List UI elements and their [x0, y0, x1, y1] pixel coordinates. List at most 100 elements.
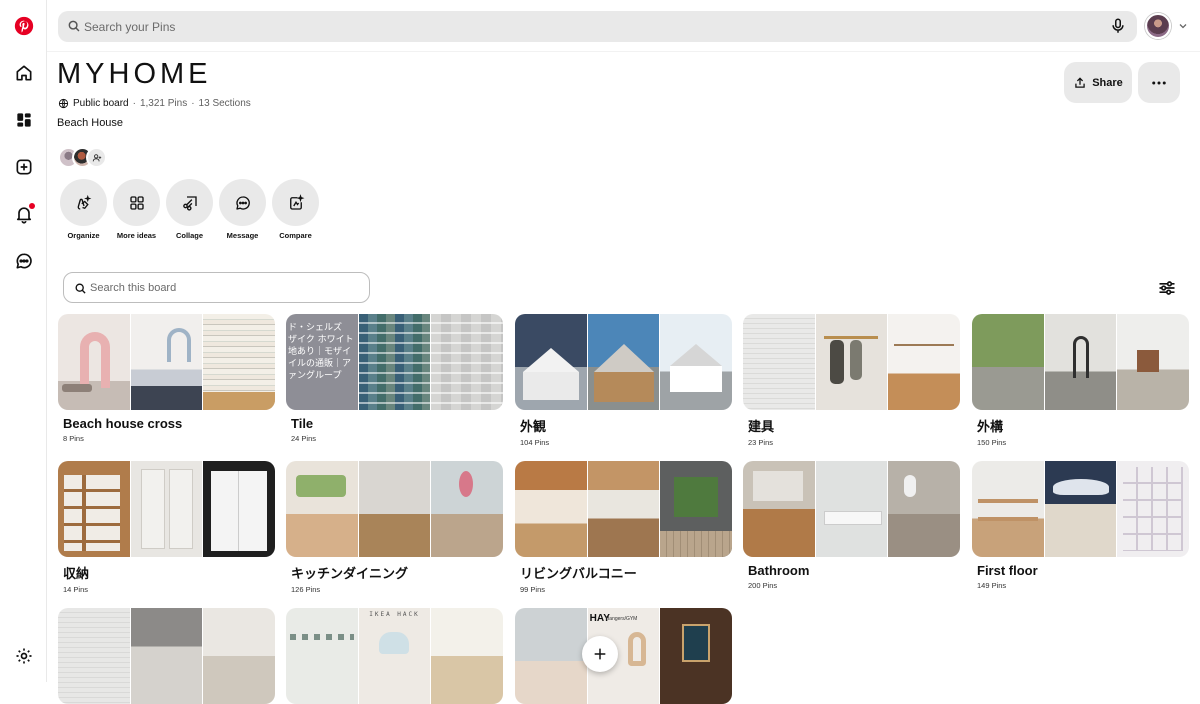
section-card-kitchen-dining[interactable]: キッチンダイニング 126 Pins — [286, 461, 503, 594]
organize-button[interactable] — [60, 179, 107, 226]
section-card-landscaping[interactable]: 外構 150 Pins — [972, 314, 1189, 447]
section-thumbnails[interactable] — [58, 608, 275, 704]
section-card-fittings[interactable]: 建具 23 Pins — [743, 314, 960, 447]
home-icon[interactable] — [11, 60, 37, 86]
pin-thumbnail — [358, 461, 431, 557]
notifications-icon[interactable] — [11, 201, 37, 227]
visibility-label: Public board — [73, 97, 129, 109]
add-person-icon — [92, 153, 101, 161]
section-name: 建具 — [748, 419, 775, 434]
pin-thumbnail — [58, 461, 130, 557]
section-count: 13 Sections — [198, 97, 251, 109]
section-card-living-balcony[interactable]: リビングバルコニー 99 Pins — [515, 461, 732, 594]
board-meta: Public board · 1,321 Pins · 13 Sections — [58, 96, 251, 110]
ellipsis-icon — [1152, 81, 1166, 84]
search-bar — [58, 11, 1137, 42]
section-thumbnails[interactable] — [743, 461, 960, 557]
section-thumbnails[interactable] — [58, 314, 275, 410]
section-card[interactable]: HAY Hangers/GYM — [515, 608, 732, 704]
section-name: Bathroom — [748, 563, 810, 578]
section-thumbnails[interactable] — [972, 461, 1189, 557]
section-card-storage[interactable]: 収納 14 Pins — [58, 461, 275, 594]
message-icon — [235, 195, 250, 210]
tool-label: Organize — [67, 231, 100, 240]
pin-thumbnail — [515, 314, 587, 410]
filter-icon[interactable] — [1157, 278, 1177, 298]
compare-button[interactable] — [272, 179, 319, 226]
tool-collage[interactable]: Collage — [166, 179, 213, 240]
section-thumbnails[interactable] — [286, 461, 503, 557]
explore-icon[interactable] — [11, 107, 37, 133]
share-button[interactable]: Share — [1064, 62, 1132, 103]
pin-thumbnail — [515, 461, 587, 557]
pin-thumbnail — [1044, 461, 1117, 557]
section-pin-count: 99 Pins — [520, 585, 546, 594]
pin-thumbnail — [815, 314, 888, 410]
pin-thumbnail — [431, 314, 503, 410]
pin-thumbnail — [972, 461, 1044, 557]
section-thumbnails[interactable] — [743, 314, 960, 410]
tool-message[interactable]: Message — [219, 179, 266, 240]
more-options-button[interactable] — [1138, 62, 1180, 103]
messages-icon[interactable] — [11, 248, 37, 274]
section-thumbnails[interactable] — [58, 461, 275, 557]
section-card-exterior[interactable]: 外観 104 Pins — [515, 314, 732, 447]
more-ideas-button[interactable] — [113, 179, 160, 226]
tile-overlay-text: ド・シェルズ ザイク ホワイト 地あり｜モザイ イルの通販｜ア ァングループ — [286, 322, 358, 382]
board-tools: Organize More ideas Collage Message Comp… — [60, 179, 319, 240]
left-nav-rail — [0, 0, 47, 682]
section-thumbnails[interactable]: IKEA HACK — [286, 608, 503, 704]
section-card-beach-house-cross[interactable]: Beach house cross 8 Pins — [58, 314, 275, 443]
message-button[interactable] — [219, 179, 266, 226]
pin-thumbnail: IKEA HACK — [358, 608, 431, 704]
section-thumbnails[interactable]: HAY Hangers/GYM — [515, 608, 732, 704]
pin-thumbnail — [58, 314, 130, 410]
pin-thumbnail — [286, 608, 358, 704]
board-search-bar — [63, 272, 370, 303]
section-thumbnails[interactable] — [515, 461, 732, 557]
section-name: Tile — [291, 416, 314, 431]
tool-more-ideas[interactable]: More ideas — [113, 179, 160, 240]
add-collaborator-button[interactable] — [86, 147, 107, 168]
section-thumbnails[interactable] — [515, 314, 732, 410]
section-card[interactable] — [58, 608, 275, 704]
pin-thumbnail — [660, 314, 732, 410]
pin-thumbnail — [130, 461, 203, 557]
section-pin-count: 126 Pins — [291, 585, 321, 594]
section-card[interactable]: IKEA HACK — [286, 608, 503, 704]
section-name: 外構 — [977, 419, 1004, 434]
tool-compare[interactable]: Compare — [272, 179, 319, 240]
search-input[interactable] — [84, 11, 1084, 42]
add-section-button[interactable] — [582, 636, 618, 672]
pin-thumbnail — [130, 314, 203, 410]
microphone-icon[interactable] — [1109, 17, 1127, 35]
pin-thumbnail — [431, 461, 503, 557]
pin-thumbnail — [888, 314, 960, 410]
settings-icon[interactable] — [11, 643, 37, 669]
section-thumbnails[interactable] — [972, 314, 1189, 410]
board-description: Beach House — [57, 117, 124, 129]
pin-thumbnail — [888, 461, 960, 557]
create-icon[interactable] — [11, 154, 37, 180]
section-name: 外観 — [520, 419, 547, 434]
collage-button[interactable] — [166, 179, 213, 226]
section-card-first-floor[interactable]: First floor 149 Pins — [972, 461, 1189, 590]
pin-thumbnail — [203, 461, 275, 557]
chevron-down-icon[interactable] — [1177, 20, 1189, 32]
section-thumbnails[interactable]: ド・シェルズ ザイク ホワイト 地あり｜モザイ イルの通販｜ア ァングループ — [286, 314, 503, 410]
tool-organize[interactable]: Organize — [60, 179, 107, 240]
section-pin-count: 23 Pins — [748, 438, 774, 447]
pin-thumbnail — [1044, 314, 1117, 410]
overlay-line: 地あり｜モザイ — [288, 347, 352, 357]
pinterest-logo-icon[interactable] — [11, 13, 37, 39]
section-card-bathroom[interactable]: Bathroom 200 Pins — [743, 461, 960, 590]
top-bar — [47, 0, 1200, 52]
board-search-input[interactable] — [90, 273, 360, 302]
profile-avatar[interactable] — [1145, 13, 1171, 39]
section-card-tile[interactable]: ド・シェルズ ザイク ホワイト 地あり｜モザイ イルの通販｜ア ァングループ T… — [286, 314, 503, 443]
tool-label: Message — [226, 231, 259, 240]
board-title: MYHOME — [57, 58, 212, 90]
pin-thumbnail — [1117, 314, 1189, 410]
section-pin-count: 14 Pins — [63, 585, 89, 594]
section-pin-count: 150 Pins — [977, 438, 1007, 447]
